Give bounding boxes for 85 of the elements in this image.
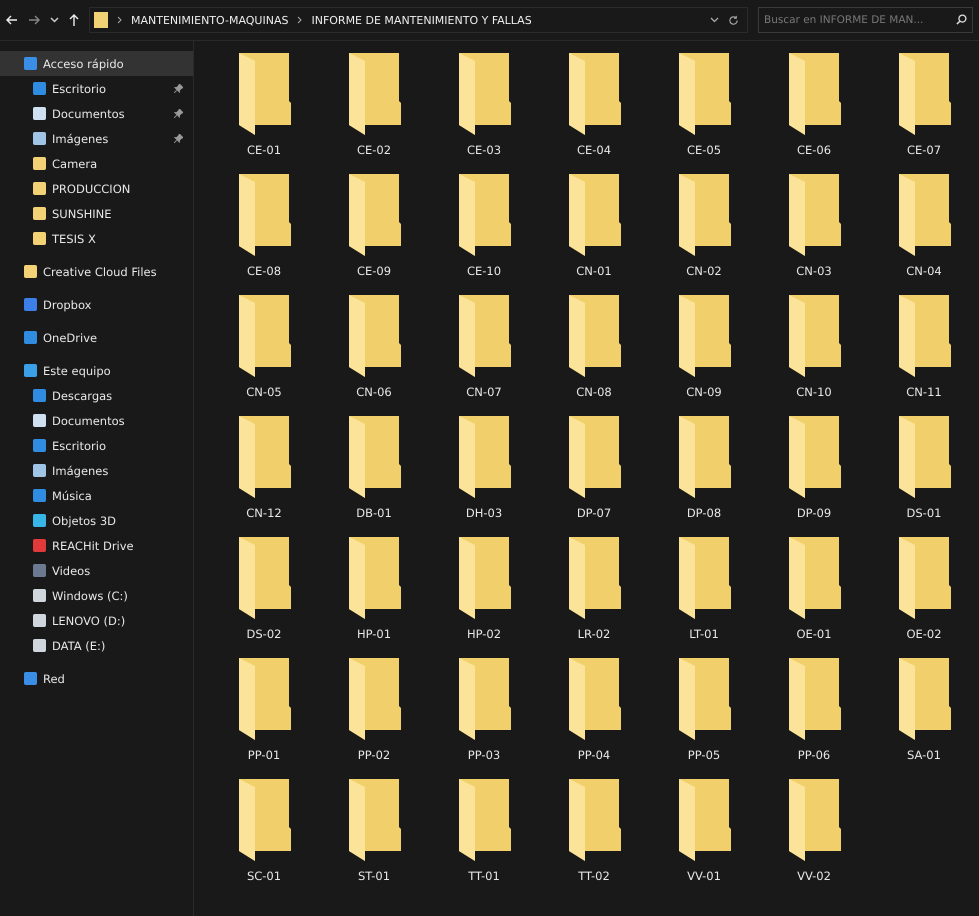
folder-name[interactable]: CE-03	[466, 143, 502, 157]
nav-item[interactable]: SUNSHINE	[0, 201, 193, 226]
refresh-icon[interactable]	[728, 14, 739, 26]
folder-name[interactable]: CN-04	[906, 264, 942, 278]
folder-name[interactable]: CE-10	[466, 264, 502, 278]
folder-name[interactable]: OE-01	[796, 627, 832, 641]
nav-item[interactable]: Música	[0, 483, 193, 508]
search-field[interactable]: Buscar en INFORME DE MAN...	[758, 7, 973, 33]
up-button[interactable]	[69, 14, 79, 26]
folder-name[interactable]: PP-02	[358, 748, 390, 762]
folder-name[interactable]: CN-08	[576, 385, 612, 399]
folder-name[interactable]: PP-06	[798, 748, 830, 762]
folder-name[interactable]: HP-02	[466, 627, 502, 641]
folder-name[interactable]: DS-02	[246, 627, 282, 641]
search-icon	[956, 14, 967, 25]
chevron-right-icon	[117, 16, 122, 24]
folder-name[interactable]: DP-08	[686, 506, 722, 520]
folder-name[interactable]: CN-07	[466, 385, 502, 399]
folder-name[interactable]: CE-09	[356, 264, 392, 278]
nav-item[interactable]: Acceso rápido	[0, 51, 193, 76]
nav-item[interactable]: Escritorio	[0, 433, 193, 458]
folder-name[interactable]: ST-01	[358, 869, 390, 883]
nav-item[interactable]: REACHit Drive	[0, 533, 193, 558]
nav-item[interactable]: DATA (E:)	[0, 633, 193, 658]
folder-name[interactable]: PP-03	[468, 748, 500, 762]
folder-name[interactable]: CE-04	[576, 143, 612, 157]
nav-item[interactable]: Camera	[0, 151, 193, 176]
folder-name[interactable]: CE-08	[246, 264, 282, 278]
folder-name[interactable]: PP-05	[688, 748, 720, 762]
nav-item[interactable]: Windows (C:)	[0, 583, 193, 608]
folder-name[interactable]: VV-01	[687, 869, 721, 883]
folder-name[interactable]: CN-06	[356, 385, 392, 399]
nav-item[interactable]: Este equipo	[0, 358, 193, 383]
folder-name[interactable]: CN-12	[246, 506, 282, 520]
nav-item[interactable]: Objetos 3D	[0, 508, 193, 533]
folder-name[interactable]: DB-01	[356, 506, 392, 520]
nav-item[interactable]: Documentos	[0, 101, 193, 126]
nav-item[interactable]: OneDrive	[0, 325, 193, 350]
nav-item[interactable]: Imágenes	[0, 126, 193, 151]
folder-name[interactable]: TT-01	[468, 869, 500, 883]
folder-name[interactable]: DP-09	[796, 506, 832, 520]
nav-item[interactable]: Dropbox	[0, 292, 193, 317]
nav-item[interactable]: PRODUCCION	[0, 176, 193, 201]
nav-item[interactable]: Imágenes	[0, 458, 193, 483]
folder-name[interactable]: CE-06	[796, 143, 832, 157]
folder-name[interactable]: CN-02	[686, 264, 722, 278]
folder-name[interactable]: CE-01	[246, 143, 282, 157]
folder-name[interactable]: VV-02	[797, 869, 831, 883]
folder-name[interactable]: DP-07	[576, 506, 612, 520]
folder-name[interactable]: CN-11	[906, 385, 942, 399]
nav-item[interactable]: Videos	[0, 558, 193, 583]
folder-name[interactable]: CN-05	[246, 385, 282, 399]
folder-name[interactable]: CN-09	[686, 385, 722, 399]
nav-item[interactable]: Documentos	[0, 408, 193, 433]
folder-name[interactable]: DH-03	[466, 506, 502, 520]
folder-name[interactable]: PP-04	[578, 748, 610, 762]
nav-item[interactable]: Descargas	[0, 383, 193, 408]
nav-item[interactable]: TESIS X	[0, 226, 193, 251]
breadcrumb[interactable]: INFORME DE MANTENIMIENTO Y FALLAS	[311, 14, 532, 26]
folder-name[interactable]: DS-01	[906, 506, 942, 520]
address-bar[interactable]: MANTENIMIENTO-MAQUINAS INFORME DE MANTENIMIENTO Y FALLAS	[89, 7, 748, 33]
chevron-right-icon	[297, 16, 302, 24]
nav-item[interactable]: LENOVO (D:)	[0, 608, 193, 633]
folder-name[interactable]: CN-10	[796, 385, 832, 399]
folder-name[interactable]: SC-01	[246, 869, 282, 883]
nav-item[interactable]: Red	[0, 666, 193, 691]
folder-name[interactable]: HP-01	[356, 627, 392, 641]
folder-name[interactable]: TT-02	[578, 869, 610, 883]
back-button[interactable]	[6, 15, 18, 25]
nav-item[interactable]: Escritorio	[0, 76, 193, 101]
folder-name[interactable]: PP-01	[248, 748, 280, 762]
folder-name[interactable]: CE-07	[906, 143, 942, 157]
nav-item[interactable]: Creative Cloud Files	[0, 259, 193, 284]
folder-name[interactable]: SA-01	[907, 748, 941, 762]
forward-button[interactable]	[28, 15, 40, 25]
folder-name[interactable]: CE-05	[686, 143, 722, 157]
chevron-down-icon[interactable]	[50, 17, 59, 23]
folder-name[interactable]: CN-01	[576, 264, 612, 278]
folder-name[interactable]: LT-01	[689, 627, 719, 641]
folder-name[interactable]: LR-02	[578, 627, 610, 641]
folder-name[interactable]: CN-03	[796, 264, 832, 278]
chevron-down-icon[interactable]	[710, 17, 719, 23]
folder-name[interactable]: CE-02	[356, 143, 392, 157]
folder-name[interactable]: OE-02	[906, 627, 942, 641]
breadcrumb[interactable]: MANTENIMIENTO-MAQUINAS	[131, 14, 288, 26]
